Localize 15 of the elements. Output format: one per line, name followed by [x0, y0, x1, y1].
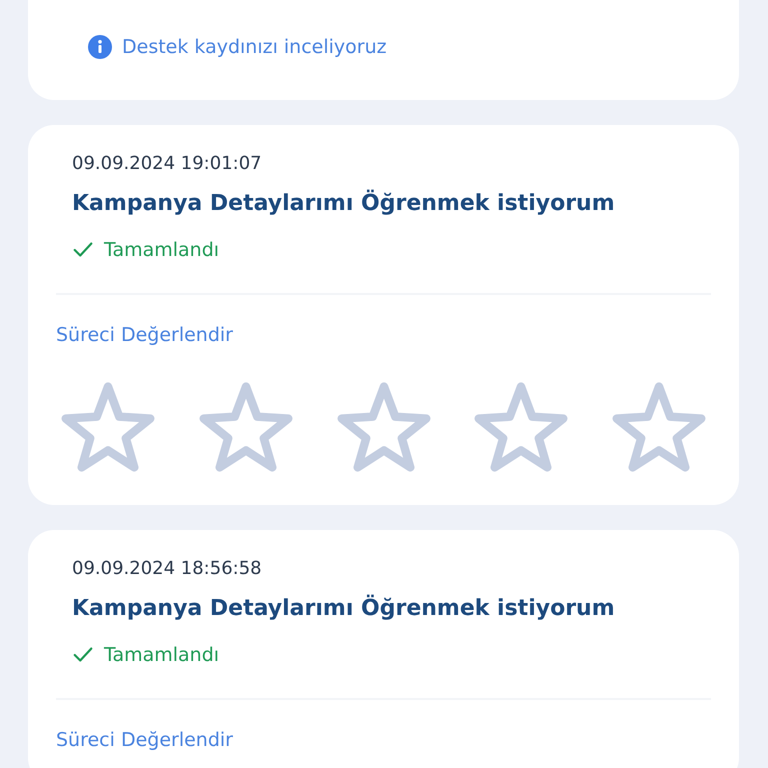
rate-link[interactable]: Süreci Değerlendir [56, 728, 233, 752]
ticket-title: Kampanya Detaylarımı Öğrenmek istiyorum [72, 189, 616, 218]
ticket-date: 09.09.2024 19:01:07 [72, 152, 263, 176]
ticket-date: 09.09.2024 18:56:58 [72, 557, 263, 581]
status-text: Tamamlandı [104, 238, 220, 263]
ticket-title: Kampanya Detaylarımı Öğrenmek istiyorum [72, 594, 616, 623]
star-icon[interactable] [473, 381, 570, 473]
info-icon [88, 35, 112, 59]
star-icon[interactable] [611, 381, 707, 473]
star-icon[interactable] [198, 381, 294, 473]
status-text: Tamamlandı [104, 643, 220, 668]
star-icon[interactable] [60, 381, 156, 473]
rate-link[interactable]: Süreci Değerlendir [56, 323, 233, 347]
star-icon[interactable] [336, 381, 432, 473]
status-text: Destek kaydınızı inceliyoruz [122, 35, 387, 60]
